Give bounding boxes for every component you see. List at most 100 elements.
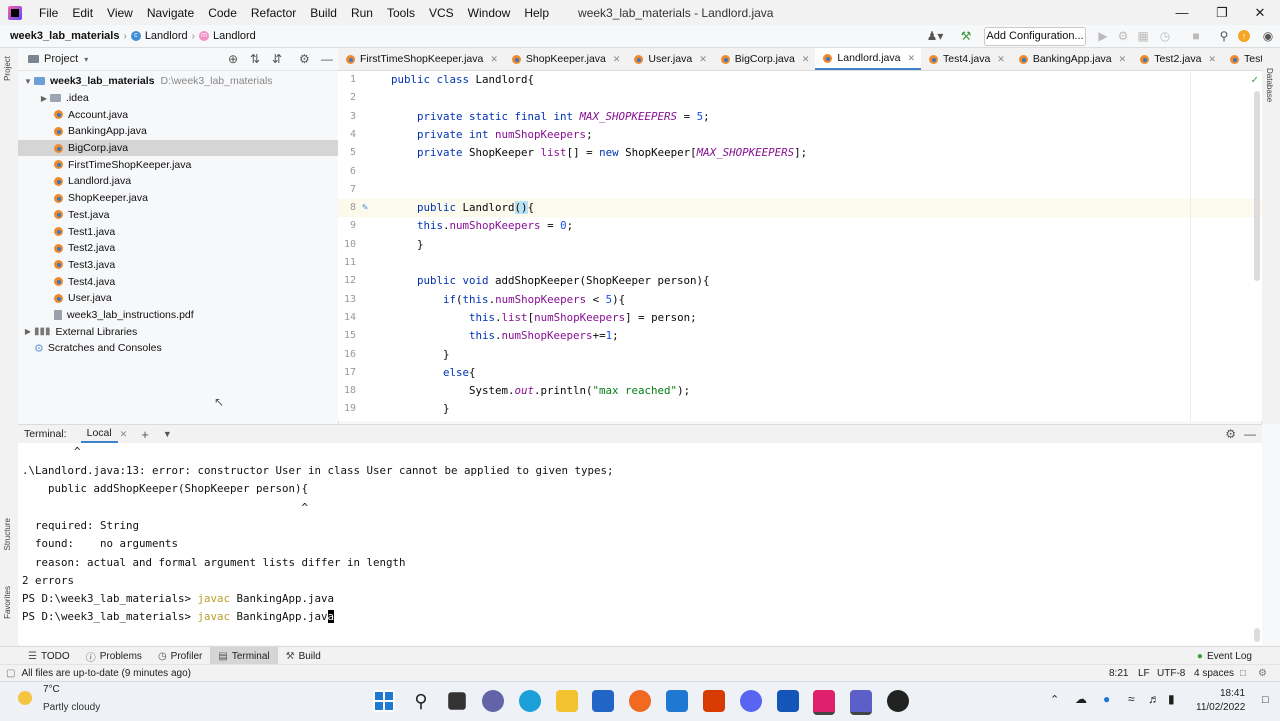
chevron-right-icon[interactable]: ▶ [22, 327, 34, 336]
restore-icon[interactable]: ❐ [1204, 0, 1240, 25]
tab-landlord[interactable]: Landlord.java ✕ [815, 48, 922, 70]
breadcrumb-method[interactable]: Landlord [213, 30, 256, 42]
favorites-tool-label[interactable]: Favorites [3, 586, 12, 619]
collapse-all-icon[interactable]: ⇵ [272, 52, 282, 66]
settings-icon[interactable]: ◉ [1260, 28, 1276, 44]
close-tab-icon[interactable]: ✕ [699, 54, 707, 65]
chevron-down-icon[interactable]: ▼ [163, 429, 172, 439]
editor-scrollbar[interactable] [1254, 91, 1260, 281]
build-tool-button[interactable]: ⚒ Build [278, 647, 329, 665]
tree-item-bankingapp[interactable]: BankingApp.java [18, 123, 338, 140]
structure-tool-label[interactable]: Structure [3, 518, 12, 550]
cloud-icon[interactable]: ☁ [1075, 692, 1087, 706]
menu-file[interactable]: File [32, 6, 65, 20]
tree-item-bigcorp[interactable]: BigCorp.java [18, 139, 338, 157]
caret-position[interactable]: 8:21 [1109, 668, 1128, 679]
app-m-icon[interactable] [777, 690, 799, 712]
office-icon[interactable] [703, 690, 725, 712]
tab-test1[interactable]: Test1.java [1222, 48, 1262, 70]
windows-start-icon[interactable] [373, 690, 395, 712]
add-configuration-button[interactable]: Add Configuration... [984, 27, 1086, 46]
weather-sun-icon[interactable] [18, 691, 32, 705]
tab-local[interactable]: Local [80, 425, 118, 443]
tree-scratches[interactable]: ⚙ Scratches and Consoles [18, 340, 338, 357]
tree-item-firsttimeshopkeeper[interactable]: FirstTimeShopKeeper.java [18, 156, 338, 173]
close-tab-icon[interactable]: ✕ [1208, 54, 1216, 65]
close-tab-icon[interactable]: ✕ [907, 53, 915, 64]
intellij-taskbar-icon[interactable] [813, 690, 835, 715]
menu-run[interactable]: Run [344, 6, 380, 20]
problems-tool-button[interactable]: ⓘ Problems [78, 647, 150, 665]
clock-date[interactable]: 11/02/2022 [1196, 702, 1245, 713]
tab-bankingapp[interactable]: BankingApp.java ✕ [1011, 48, 1132, 70]
profile-icon[interactable]: ◷ [1157, 28, 1173, 44]
tab-bigcorp[interactable]: BigCorp.java ✕ [713, 48, 816, 70]
terminal-scrollbar[interactable] [1254, 628, 1260, 642]
menu-refactor[interactable]: Refactor [244, 6, 303, 20]
tree-item-landlord[interactable]: Landlord.java [18, 173, 338, 190]
breadcrumb-class[interactable]: Landlord [145, 30, 188, 42]
tree-root[interactable]: ▼ week3_lab_materials D:\week3_lab_mater… [18, 73, 338, 90]
update-icon[interactable]: ↑ [1238, 30, 1250, 42]
obs-icon[interactable] [887, 690, 909, 712]
tab-firsttimeshopkeeper[interactable]: FirstTimeShopKeeper.java ✕ [338, 48, 504, 70]
close-tab-icon[interactable]: ✕ [120, 429, 128, 440]
menu-edit[interactable]: Edit [65, 6, 100, 20]
terminal-tool-button[interactable]: ▤ Terminal [210, 647, 278, 665]
inspection-ok-icon[interactable]: ✓ [1251, 73, 1258, 86]
line-separator[interactable]: LF [1138, 668, 1150, 679]
menu-code[interactable]: Code [201, 6, 244, 20]
search-icon[interactable]: ⚲ [410, 690, 432, 712]
close-tab-icon[interactable]: ✕ [1119, 54, 1127, 65]
profiler-tool-button[interactable]: ◷ Profiler [150, 647, 210, 665]
indent-setting[interactable]: 4 spaces [1194, 668, 1234, 679]
tree-item-user[interactable]: User.java [18, 290, 338, 307]
tree-item-idea[interactable]: ▶ .idea [18, 90, 338, 107]
close-icon[interactable]: ✕ [1242, 0, 1278, 25]
tree-item-account[interactable]: Account.java [18, 106, 338, 123]
hide-panel-icon[interactable]: — [321, 52, 333, 66]
minimize-icon[interactable]: — [1164, 0, 1200, 25]
menu-help[interactable]: Help [517, 6, 556, 20]
menu-tools[interactable]: Tools [380, 6, 422, 20]
weather-temp[interactable]: 7°C [43, 684, 60, 695]
menu-vcs[interactable]: VCS [422, 6, 461, 20]
volume-icon[interactable]: ♬ [1148, 692, 1160, 706]
tree-item-test[interactable]: Test.java [18, 207, 338, 224]
clock-time[interactable]: 18:41 [1220, 688, 1245, 699]
lock-icon[interactable]: □ [1240, 668, 1246, 679]
project-tool-label[interactable]: Project [3, 56, 12, 81]
file-explorer-icon[interactable] [556, 690, 578, 712]
close-tab-icon[interactable]: ✕ [613, 54, 621, 65]
chat-icon[interactable] [482, 690, 504, 712]
chevron-up-icon[interactable]: ⌃ [1050, 693, 1059, 706]
edge-browser-icon[interactable] [519, 690, 541, 712]
chevron-down-icon[interactable]: ▼ [22, 77, 34, 86]
tree-external-libraries[interactable]: ▶ ▮▮▮ External Libraries [18, 323, 338, 340]
tree-item-instructions-pdf[interactable]: week3_lab_instructions.pdf [18, 307, 338, 324]
coverage-icon[interactable]: ▦ [1135, 28, 1151, 44]
tree-item-shopkeeper[interactable]: ShopKeeper.java [18, 190, 338, 207]
file-encoding[interactable]: UTF-8 [1157, 668, 1185, 679]
discord-icon[interactable] [740, 690, 762, 712]
tree-item-test3[interactable]: Test3.java [18, 257, 338, 274]
mail-icon[interactable] [666, 690, 688, 712]
microphone-icon[interactable]: ● [1103, 692, 1110, 706]
todo-tool-button[interactable]: ☰ TODO [20, 647, 78, 665]
run-icon[interactable]: ▶ [1095, 28, 1111, 44]
debug-icon[interactable]: ⚙ [1115, 28, 1131, 44]
store-icon[interactable] [592, 690, 614, 712]
breadcrumb-project[interactable]: week3_lab_materials [10, 30, 119, 42]
teams-icon[interactable] [850, 690, 872, 715]
close-tab-icon[interactable]: ✕ [997, 54, 1005, 65]
project-view-selector[interactable]: Project [44, 53, 78, 65]
close-tab-icon[interactable]: ✕ [802, 54, 810, 65]
tab-test4[interactable]: Test4.java ✕ [921, 48, 1011, 70]
terminal-output[interactable]: ^ .\Landlord.java:13: error: constructor… [18, 443, 1262, 645]
edit-marker-icon[interactable]: ✎ [362, 199, 368, 217]
menu-view[interactable]: View [100, 6, 140, 20]
hammer-build-icon[interactable]: ⚒ [958, 28, 974, 44]
database-tool-label[interactable]: Database [1265, 68, 1274, 102]
menu-window[interactable]: Window [461, 6, 518, 20]
weather-desc[interactable]: Partly cloudy [43, 702, 100, 713]
